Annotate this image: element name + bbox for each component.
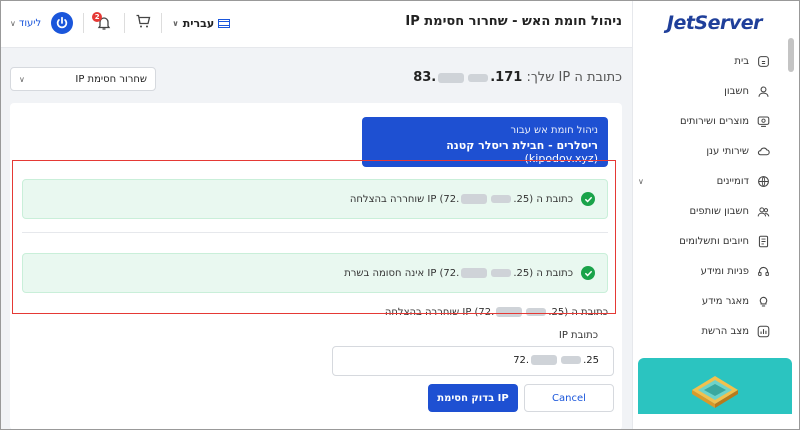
- ip-part: .25: [583, 355, 599, 366]
- redacted-block: [526, 308, 547, 316]
- sidebar-item-partners[interactable]: חשבון שותפים: [638, 196, 770, 226]
- brand-logo[interactable]: JetServer: [667, 12, 763, 34]
- divider: [22, 232, 608, 233]
- ip-input-value: 72. .25: [513, 355, 599, 366]
- divider: [161, 13, 163, 33]
- sidebar-item-account[interactable]: חשבון: [638, 76, 770, 106]
- service-banner: ניהול חומת אש עבור ריסלרים - חבילת ריסלר…: [362, 117, 608, 167]
- ip-part: .171: [490, 70, 523, 85]
- ip-field-label: כתובת IP: [558, 330, 598, 341]
- redacted-block: [496, 307, 523, 317]
- sidebar-item-label: דומיינים: [716, 175, 749, 187]
- ip-address-input[interactable]: 72. .25: [332, 346, 614, 376]
- top-actions: ∨ ליעוד 2 ∨ עברית: [10, 10, 231, 36]
- user-icon: [756, 84, 770, 98]
- sidebar-item-label: חשבון שותפים: [689, 205, 749, 217]
- main-content: כתובת ה IP שלך: 83. .171 שחרור חסימת IP ∨…: [0, 48, 632, 430]
- cloud-icon: [756, 144, 770, 158]
- home-icon: [756, 54, 770, 68]
- language-selector[interactable]: ∨ עברית: [172, 16, 231, 30]
- chart-icon: [756, 324, 770, 338]
- current-ip-line: כתובת ה IP שלך: 83. .171: [413, 70, 622, 85]
- chevron-down-icon: ∨: [172, 18, 179, 28]
- current-ip-value: 83. .171: [413, 70, 522, 85]
- page-title: ניהול חומת האש - שחרור חסימת IP: [405, 14, 622, 29]
- banner-service: ריסלרים - חבילת ריסלר קטנה (kipodov.xyz): [372, 139, 598, 165]
- sidebar-item-knowledgebase[interactable]: מאגר מידע: [638, 286, 770, 316]
- monitor-icon: [756, 114, 770, 128]
- service-name: ריסלרים - חבילת ריסלר קטנה: [446, 139, 598, 152]
- redacted-block: [461, 193, 488, 204]
- banner-caption: ניהול חומת אש עבור: [510, 125, 598, 136]
- israel-flag-icon: [218, 18, 231, 28]
- sidebar-item-label: חיובים ותשלומים: [679, 235, 749, 247]
- bulb-icon: [756, 294, 770, 308]
- sidebar-item-products[interactable]: מוצרים ושירותים: [638, 106, 770, 136]
- cancel-button[interactable]: Cancel: [524, 384, 614, 412]
- alert-text: כתובת ה IP (72..25) אינה חסומה בשרת: [344, 267, 573, 279]
- sidebar-item-network-status[interactable]: מצב הרשת: [638, 316, 770, 346]
- sidebar-item-label: בית: [734, 55, 749, 67]
- redacted-block: [561, 356, 582, 364]
- users-icon: [756, 204, 770, 218]
- power-icon[interactable]: [51, 12, 74, 34]
- divider: [83, 13, 85, 33]
- info-alert: כתובת ה IP (72..25) אינה חסומה בשרת: [22, 253, 608, 293]
- user-menu-label: ליעוד: [18, 17, 42, 29]
- result-line: כתובת ה IP (72..25) שוחררה בהצלחה: [385, 307, 608, 318]
- invoice-icon: [756, 234, 770, 248]
- sidebar-item-label: מאגר מידע: [701, 295, 749, 307]
- service-domain: (kipodov.xyz): [524, 152, 598, 165]
- sidebar-item-label: שירותי ענן: [706, 145, 749, 157]
- success-alert: כתובת ה IP (72..25) שוחררה בהצלחה: [22, 179, 608, 219]
- divider: [124, 13, 126, 33]
- current-ip-label: כתובת ה IP שלך:: [526, 70, 622, 85]
- check-circle-icon: [581, 266, 595, 280]
- sidebar-item-label: פניות ומידע: [700, 265, 749, 277]
- redacted-block: [468, 73, 489, 82]
- sidebar-item-home[interactable]: בית: [638, 46, 770, 76]
- redacted-block: [491, 194, 512, 203]
- sidebar-item-label: מצב הרשת: [701, 325, 749, 337]
- sidebar-item-billing[interactable]: חיובים ותשלומים: [638, 226, 770, 256]
- app-window: JetServer בית חשבון מוצרים ושירותים שירו…: [0, 0, 800, 430]
- ip-part: 83.: [413, 70, 437, 85]
- redacted-block: [531, 355, 558, 365]
- chevron-down-icon: ∨: [10, 18, 16, 28]
- firewall-card: ניהול חומת אש עבור ריסלרים - חבילת ריסלר…: [10, 103, 622, 430]
- chevron-down-icon: ∨: [19, 74, 25, 84]
- sidebar-item-support[interactable]: פניות ומידע: [638, 256, 770, 286]
- redacted-block: [491, 268, 512, 277]
- action-select[interactable]: שחרור חסימת IP ∨: [10, 67, 156, 91]
- redacted-block: [461, 267, 488, 278]
- action-select-value: שחרור חסימת IP: [75, 73, 147, 85]
- redacted-block: [438, 72, 465, 83]
- sidebar-item-label: חשבון: [724, 85, 749, 97]
- sidebar: JetServer בית חשבון מוצרים ושירותים שירו…: [632, 0, 800, 430]
- sidebar-item-domains[interactable]: דומיינים ∨: [638, 166, 770, 196]
- globe-icon: [756, 174, 770, 188]
- check-block-button[interactable]: בדוק חסימת IP: [428, 384, 518, 412]
- ip-part: 72.: [513, 355, 530, 366]
- alert-text: כתובת ה IP (72..25) שוחררה בהצלחה: [350, 193, 573, 205]
- chip-illustration: [692, 376, 738, 408]
- sidebar-item-label: מוצרים ושירותים: [679, 115, 749, 127]
- top-bar: ניהול חומת האש - שחרור חסימת IP ∨ ליעוד …: [0, 0, 632, 48]
- promo-card[interactable]: [638, 358, 792, 414]
- sidebar-nav: בית חשבון מוצרים ושירותים שירותי ענן דומ…: [638, 46, 770, 346]
- sidebar-item-cloud[interactable]: שירותי ענן: [638, 136, 770, 166]
- user-menu[interactable]: ∨ ליעוד: [10, 18, 41, 29]
- notifications-button[interactable]: 2: [92, 12, 114, 33]
- check-circle-icon: [581, 192, 595, 206]
- sidebar-scrollbar[interactable]: [788, 38, 794, 72]
- language-label: עברית: [182, 16, 215, 30]
- cart-icon[interactable]: [135, 13, 151, 33]
- headset-icon: [756, 264, 770, 278]
- chevron-down-icon[interactable]: ∨: [638, 177, 644, 186]
